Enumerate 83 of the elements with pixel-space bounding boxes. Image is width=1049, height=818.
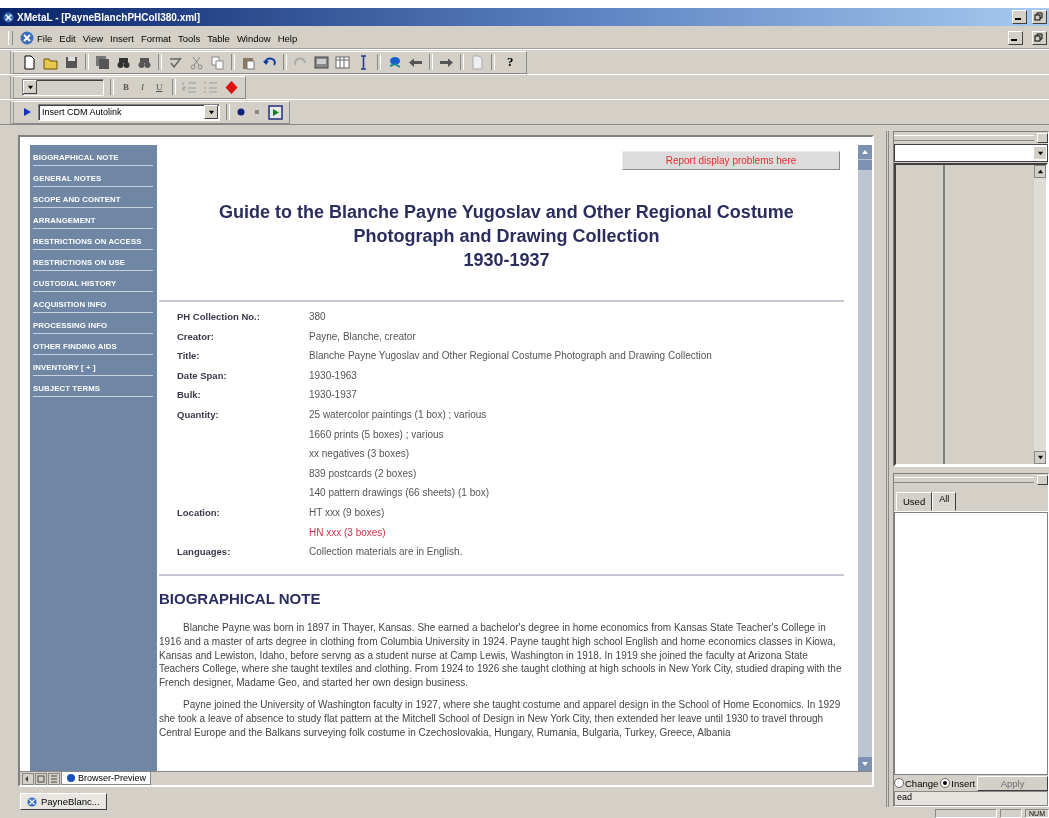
field-value: 380 — [309, 310, 326, 324]
minimize-button[interactable] — [1008, 31, 1023, 45]
help-button[interactable]: ? — [501, 54, 520, 70]
app-logo-icon — [27, 796, 37, 807]
scroll-thumb[interactable] — [858, 160, 872, 170]
pane-minimize-button[interactable] — [1037, 133, 1048, 143]
underline-button[interactable]: U — [153, 82, 166, 92]
field-value: 1660 prints (5 boxes) ; various — [309, 427, 444, 442]
bold-button[interactable]: B — [120, 82, 132, 92]
field-label: Date Span: — [177, 368, 228, 383]
app-logo-icon[interactable] — [20, 31, 34, 45]
menu-item[interactable]: Window — [236, 32, 271, 44]
save-icon[interactable] — [64, 54, 79, 70]
restore-icon — [1033, 11, 1043, 21]
field-value: Collection materials are in English. — [309, 545, 463, 560]
restore-icon — [1033, 32, 1043, 42]
scroll-up-icon — [861, 148, 869, 156]
field-label: Title: — [177, 349, 201, 364]
restore-button[interactable] — [1032, 31, 1047, 45]
view-tab[interactable]: Browser-Preview — [61, 772, 151, 785]
scroll-up-icon[interactable] — [1036, 168, 1044, 175]
restore-button[interactable] — [1032, 10, 1047, 24]
page-title: Guide to the Blanche Payne Yugoslav and Other Regional Costume Photograph and Drawing Collection 1930-1937 — [218, 201, 795, 272]
mode-radio[interactable]: Change — [894, 777, 939, 789]
minimize-icon — [1011, 39, 1017, 41]
menu-item[interactable]: Edit — [59, 32, 76, 44]
autolink-dropdown[interactable]: Insert CDM Autolink — [38, 103, 220, 121]
scroll-down-icon — [861, 760, 869, 768]
status-panel — [935, 809, 997, 818]
menu-item[interactable]: Table — [207, 32, 230, 44]
run-macro-icon[interactable] — [268, 104, 283, 120]
field-label: Languages: — [177, 545, 232, 560]
field-value: Payne, Blanche, creator — [309, 329, 416, 344]
field-label: Bulk: — [177, 388, 202, 403]
menu-item[interactable]: File — [37, 32, 53, 44]
paragraph: Blanche Payne was born in 1897 in Thayer, Kansas. She earned a bachelor's degree in home economics from Kansas State Teacher's College in 1916 and a master of arts degree in clothing from Columbia University in 1924. Payne taught high school English and home economics classes in Kiowa, Kansas and Lewiston, Idaho, before servng as a student nurse at Camp Lewis, Washington in 1918. In 1919 she joined the faculty at Arizona State Teachers College, where she taught textiles and clothing. From 1924 to 1926 she taught clothing at high schools in New York City, studied draping with the French designer, Madame Geo, and started her own design business. — [159, 620, 843, 691]
document-tab[interactable]: PayneBlanc... — [20, 793, 107, 810]
field-value: HT xxx (9 boxes) — [309, 505, 385, 520]
field-label: PH Collection No.: — [177, 310, 261, 324]
scrollbar[interactable] — [858, 145, 872, 771]
section-heading: BIOGRAPHICAL NOTE — [159, 589, 322, 607]
image-icon[interactable] — [314, 54, 329, 70]
field-value: 839 postcards (2 boxes) — [309, 466, 417, 481]
menu-item[interactable]: Format — [140, 32, 171, 44]
field-label: Creator: — [177, 329, 215, 344]
status-panel — [1000, 809, 1022, 818]
field-value: 1930-1937 — [309, 388, 357, 403]
menu-item[interactable]: View — [82, 32, 104, 44]
field-value: 140 pattern drawings (66 sheets) (1 box) — [309, 486, 490, 501]
play-icon[interactable] — [22, 107, 32, 117]
normal-view-icon[interactable] — [35, 772, 47, 785]
tags-view-icon[interactable] — [22, 772, 34, 785]
app-logo-icon — [3, 11, 14, 23]
field-value: 1930-1963 — [309, 368, 357, 383]
field-value: xx negatives (3 boxes) — [309, 447, 410, 462]
attribute-dropdown[interactable] — [894, 144, 1048, 162]
element-field[interactable]: ead — [894, 791, 1048, 806]
field-value: HN xxx (3 boxes) — [309, 525, 386, 540]
pane-minimize-button[interactable] — [1037, 475, 1048, 485]
diamond-icon[interactable] — [223, 79, 239, 95]
dropdown-arrow-icon — [207, 108, 215, 116]
field-label: Quantity: — [177, 407, 220, 422]
element-tab[interactable]: All — [932, 492, 957, 511]
scroll-down-icon[interactable] — [1036, 454, 1044, 461]
menu-item[interactable]: Tools — [177, 32, 201, 44]
field-label: Location: — [177, 505, 221, 520]
menu-item[interactable]: Insert — [110, 32, 134, 44]
minimize-icon — [1015, 18, 1021, 20]
field-value: Blanche Payne Yugoslav and Other Regional Costume Photograph and Drawing Collection — [309, 349, 712, 364]
menu-item[interactable]: Help — [277, 32, 298, 44]
paragraph: Payne joined the University of Washington faculty in 1927, where she taught costume and apparel design in the School of Home Economics. In 1929 she took a leave of absence to study flat pattern at the Mitchell School of Design in New York City, then extended her leave until 1930 to travel through Central Europe and the Balkans surveying folk costume in Czechoslovakia, Hungary, Rumania, Bulgaria, Turkey, Greece, Albania — [159, 698, 842, 740]
window-title: XMetaL - [PayneBlanchPHColl380.xml] — [17, 11, 201, 23]
dropdown-arrow-icon — [26, 83, 34, 91]
table-icon[interactable] — [335, 54, 350, 70]
new-file-icon[interactable] — [22, 54, 37, 70]
record-icon[interactable] — [236, 107, 246, 117]
mode-radio[interactable]: Insert — [940, 777, 976, 789]
globe-icon — [66, 773, 76, 783]
field-value: 25 watercolor paintings (1 box) ; various — [309, 407, 487, 422]
italic-button[interactable]: I — [138, 82, 147, 92]
dropdown-arrow-icon — [1036, 149, 1044, 157]
minimize-button[interactable] — [1012, 10, 1027, 24]
style-dropdown[interactable] — [22, 78, 104, 96]
